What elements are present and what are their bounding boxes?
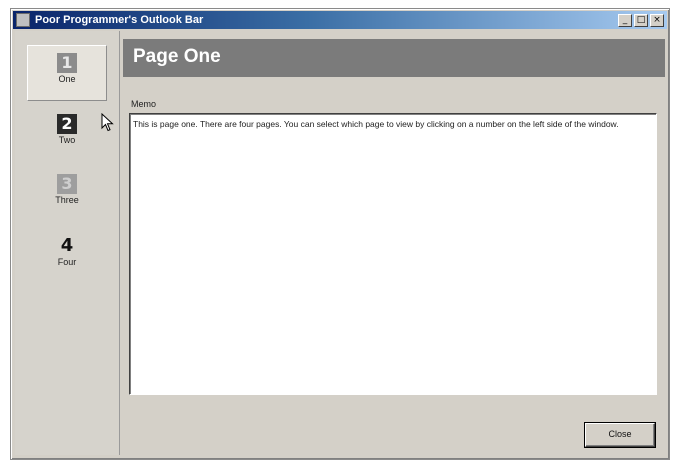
minimize-button[interactable]: _ — [618, 13, 632, 27]
app-icon — [16, 13, 30, 27]
close-window-button[interactable]: × — [650, 13, 664, 27]
sidebar-item-label: Two — [58, 135, 76, 145]
window-title: Poor Programmer's Outlook Bar — [35, 14, 204, 26]
sidebar-item-one[interactable]: 1 One — [27, 45, 107, 101]
app-window: Poor Programmer's Outlook Bar _ □ × 1 On… — [10, 8, 670, 460]
content-pane: Page One Memo This is page one. There ar… — [121, 31, 665, 455]
outlook-bar-sidebar: 1 One 2 Two 3 Three 4 Four — [15, 31, 120, 455]
number-4-icon: 4 — [60, 235, 74, 256]
sidebar-item-two[interactable]: 2 Two — [27, 107, 107, 163]
title-bar[interactable]: Poor Programmer's Outlook Bar _ □ × — [13, 11, 667, 29]
number-2-icon: 2 — [57, 114, 77, 134]
memo-textbox[interactable]: This is page one. There are four pages. … — [129, 113, 657, 395]
close-button[interactable]: Close — [585, 423, 655, 447]
sidebar-item-four[interactable]: 4 Four — [27, 229, 107, 285]
sidebar-item-label: One — [58, 74, 76, 84]
maximize-button[interactable]: □ — [634, 13, 648, 27]
number-1-icon: 1 — [57, 53, 77, 73]
page-title: Page One — [133, 46, 221, 67]
mouse-pointer-icon — [101, 113, 114, 132]
sidebar-item-label: Four — [57, 257, 77, 267]
memo-label: Memo — [131, 99, 157, 109]
window-controls: _ □ × — [618, 13, 664, 27]
number-3-icon: 3 — [57, 174, 77, 194]
page-header: Page One — [123, 39, 665, 77]
sidebar-item-label: Three — [55, 195, 79, 205]
sidebar-item-three[interactable]: 3 Three — [27, 167, 107, 223]
